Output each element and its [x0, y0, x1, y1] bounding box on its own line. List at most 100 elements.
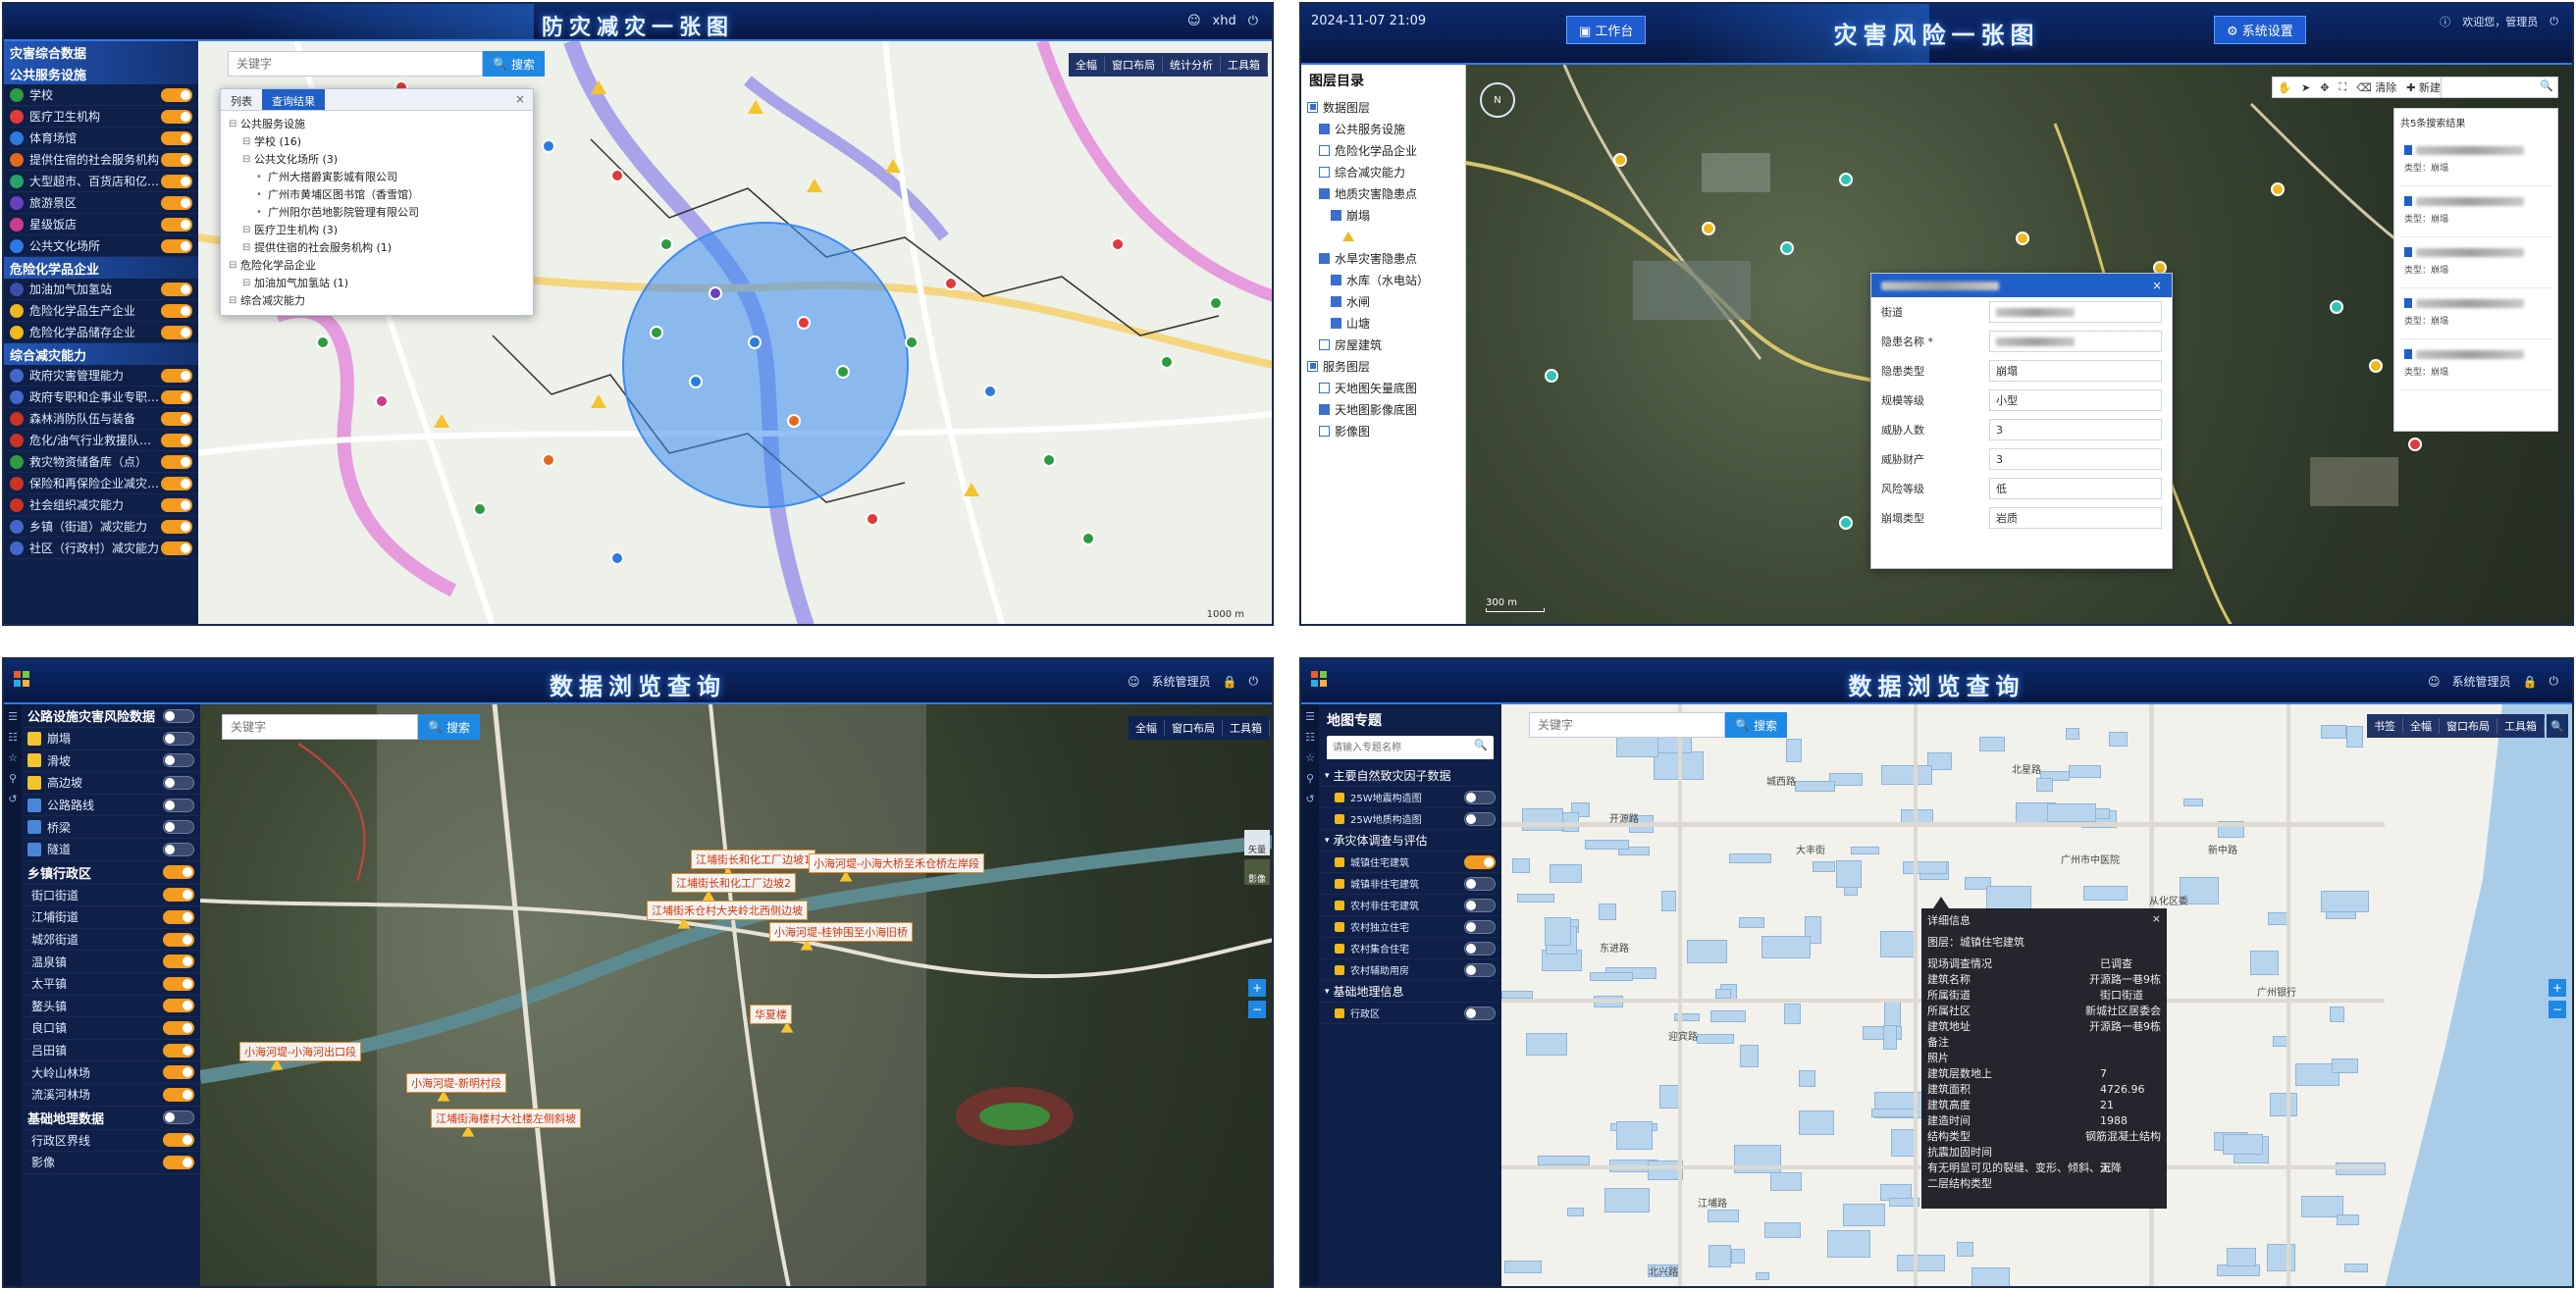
- layer-toggle[interactable]: [161, 454, 192, 469]
- sidebar-item[interactable]: 吕田镇: [22, 1040, 200, 1062]
- hazard-marker-icon[interactable]: [1613, 153, 1627, 167]
- layer-toggle[interactable]: [1464, 962, 1496, 977]
- toolbar-button[interactable]: 书签: [2367, 718, 2403, 734]
- tab-list[interactable]: 列表: [221, 89, 262, 110]
- stack-icon[interactable]: ☷: [8, 731, 18, 744]
- hazard-marker-icon[interactable]: [2369, 359, 2383, 373]
- sidebar-item[interactable]: 危化/油气行业救援队伍与装...: [4, 430, 198, 451]
- poi-marker-icon[interactable]: [748, 335, 762, 349]
- search-button[interactable]: 🔍 搜索: [418, 714, 480, 740]
- layer-toggle[interactable]: [163, 775, 194, 790]
- building-footprint[interactable]: [2321, 725, 2346, 739]
- zoom-out-button[interactable]: −: [2549, 1001, 2566, 1018]
- poi-marker-icon[interactable]: [797, 316, 811, 330]
- building-footprint[interactable]: [1756, 1272, 1769, 1280]
- sidebar-item[interactable]: 行政区界线: [22, 1130, 200, 1153]
- sidebar-item[interactable]: 隧道: [22, 839, 200, 861]
- layer-node[interactable]: 水旱灾害隐患点: [1307, 247, 1459, 269]
- power-icon[interactable]: ⏻: [2550, 15, 2558, 28]
- layer-toggle[interactable]: [1464, 876, 1496, 891]
- layer-toggle[interactable]: [163, 1020, 194, 1035]
- building-footprint[interactable]: [2227, 1248, 2256, 1266]
- building-footprint[interactable]: [1538, 1156, 1590, 1165]
- building-footprint[interactable]: [1764, 1222, 1801, 1238]
- layer-toggle[interactable]: [1464, 1006, 1496, 1020]
- layers-icon[interactable]: ☰: [8, 710, 18, 723]
- sidebar-item[interactable]: 桥梁: [22, 816, 200, 839]
- toolbar-button[interactable]: 工具箱: [1221, 57, 1268, 73]
- layer-checkbox[interactable]: [1319, 338, 1330, 350]
- toolbar-button[interactable]: 工具箱: [2497, 718, 2545, 734]
- topic-item[interactable]: 农村辅助用房: [1319, 959, 1501, 981]
- pin-icon[interactable]: ⚲: [9, 772, 17, 785]
- building-footprint[interactable]: [1883, 1025, 1897, 1050]
- sidebar-item[interactable]: 政府专职和企事业专职消防...: [4, 387, 198, 408]
- building-footprint[interactable]: [1604, 1188, 1650, 1213]
- sidebar-item[interactable]: 旅游景区: [4, 192, 198, 214]
- sidebar-item[interactable]: 救灾物资储备库（点）: [4, 451, 198, 473]
- layer-toggle[interactable]: [163, 932, 194, 947]
- hazard-warning-icon[interactable]: [964, 483, 979, 496]
- poi-marker-icon[interactable]: [610, 551, 624, 565]
- result-item[interactable]: 类型：崩塌: [2400, 243, 2551, 288]
- sidebar-item[interactable]: 崩塌: [22, 728, 200, 750]
- poi-marker-icon[interactable]: [787, 414, 801, 428]
- building-footprint[interactable]: [1986, 886, 2031, 909]
- building-footprint[interactable]: [1616, 1121, 1653, 1150]
- form-field[interactable]: 岩质: [1989, 507, 2162, 529]
- poi-marker-icon[interactable]: [983, 385, 997, 398]
- building-footprint[interactable]: [1517, 894, 1554, 903]
- hazard-label[interactable]: 江埔街禾仓村大夹岭北西侧边坡: [647, 901, 808, 920]
- poi-marker-icon[interactable]: [610, 169, 624, 182]
- layer-toggle[interactable]: [161, 325, 192, 339]
- workbench-button[interactable]: ▣ 工作台: [1566, 16, 1647, 44]
- sidebar-item[interactable]: 政府灾害管理能力: [4, 365, 198, 387]
- sidebar-item[interactable]: 流溪河林场: [22, 1084, 200, 1107]
- layer-toggle[interactable]: [163, 842, 194, 856]
- tree-node[interactable]: • 广州市黄埔区图书馆（香雪馆）: [229, 185, 525, 203]
- layer-node[interactable]: 公共服务设施: [1307, 118, 1459, 139]
- hazard-warning-icon[interactable]: [885, 159, 901, 173]
- building-footprint[interactable]: [1827, 1230, 1870, 1258]
- layer-toggle[interactable]: [161, 130, 192, 145]
- building-footprint[interactable]: [1522, 808, 1563, 831]
- sidebar-group-header[interactable]: 危险化学品企业: [4, 257, 198, 279]
- building-footprint[interactable]: [2223, 1134, 2263, 1155]
- layer-toggle[interactable]: [161, 195, 192, 210]
- layer-toggle[interactable]: [161, 303, 192, 318]
- poi-marker-icon[interactable]: [473, 502, 487, 516]
- close-icon[interactable]: ×: [2152, 912, 2161, 928]
- zoom-in-button[interactable]: +: [1248, 979, 1266, 997]
- layers-icon[interactable]: ☰: [1305, 710, 1315, 723]
- sidebar-item[interactable]: 森林消防队伍与装备: [4, 408, 198, 430]
- hazard-warning-icon[interactable]: [591, 394, 606, 408]
- hazard-label[interactable]: 小海河堤-小海大桥至禾仓桥左岸段: [809, 853, 984, 873]
- building-footprint[interactable]: [1512, 858, 1530, 873]
- layer-checkbox[interactable]: [1307, 101, 1318, 113]
- sidebar-item[interactable]: 江埔街道: [22, 906, 200, 929]
- layer-checkbox[interactable]: [1331, 209, 1341, 221]
- form-field[interactable]: [1989, 331, 2162, 352]
- hazard-warning-icon[interactable]: [434, 414, 449, 428]
- hazard-marker-icon[interactable]: [1839, 173, 1853, 186]
- layer-checkbox[interactable]: [1319, 144, 1330, 156]
- pointer-icon[interactable]: ➤: [2296, 81, 2315, 94]
- layer-node[interactable]: 综合减灾能力: [1307, 161, 1459, 182]
- layer-toggle[interactable]: [161, 476, 192, 490]
- layer-checkbox[interactable]: [1319, 187, 1330, 199]
- sidebar-group-header[interactable]: 灾害综合数据: [4, 41, 198, 63]
- building-footprint[interactable]: [1501, 991, 1533, 999]
- layer-toggle[interactable]: [163, 1133, 194, 1148]
- layer-toggle[interactable]: [161, 433, 192, 447]
- sidebar-item[interactable]: 加油加气加氢站: [4, 279, 198, 300]
- building-footprint[interactable]: [1836, 860, 1862, 888]
- sidebar-item[interactable]: 公共文化场所: [4, 235, 198, 257]
- poi-marker-icon[interactable]: [1209, 296, 1223, 310]
- lock-icon[interactable]: 🔒: [1223, 675, 1237, 689]
- poi-marker-icon[interactable]: [944, 277, 958, 290]
- poi-marker-icon[interactable]: [866, 512, 879, 526]
- sidebar-item[interactable]: 太平镇: [22, 973, 200, 996]
- layer-toggle[interactable]: [161, 541, 192, 555]
- layer-node[interactable]: 危险化学品企业: [1307, 139, 1459, 161]
- tree-node[interactable]: ⊟ 学校 (16): [229, 132, 525, 150]
